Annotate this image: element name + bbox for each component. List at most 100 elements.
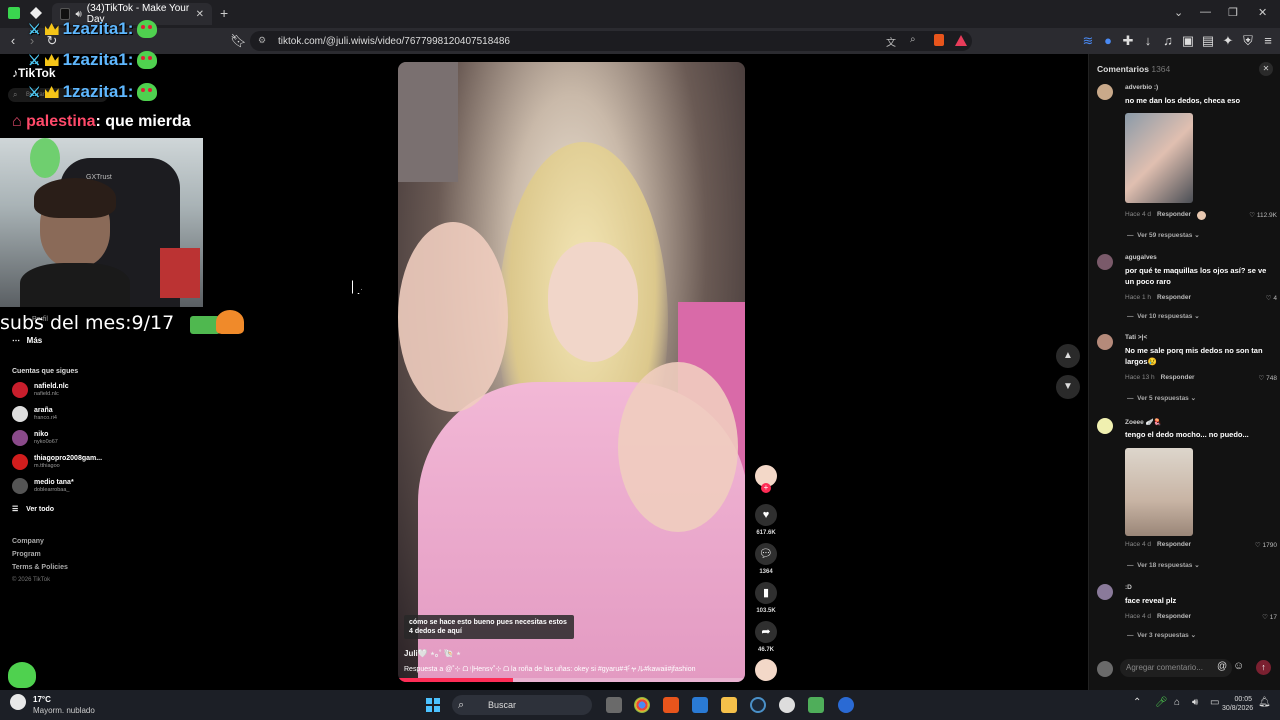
obs-icon[interactable] — [779, 697, 795, 713]
view-replies-button[interactable]: — Ver 3 respuestas ⌄ — [1127, 631, 1196, 639]
next-video-button[interactable]: ▼ — [1056, 375, 1080, 399]
back-icon[interactable]: ‹ — [5, 33, 21, 49]
battery-icon[interactable]: ▭ — [1210, 697, 1219, 708]
task-view-icon[interactable] — [606, 697, 622, 713]
site-info-icon[interactable]: ⚙︎ — [258, 35, 266, 46]
comment-input[interactable]: Agregar comentario... — [1120, 659, 1232, 677]
taskbar-search[interactable]: ⌕ Buscar — [452, 695, 592, 715]
avatar[interactable] — [1097, 254, 1113, 270]
notifications-icon[interactable]: 🔔︎ — [1258, 697, 1271, 708]
comment-like-button[interactable]: ♡ 4 — [1266, 294, 1277, 302]
sound-avatar-button[interactable] — [754, 659, 778, 681]
comment-button[interactable]: 💬︎ 1364 — [754, 543, 778, 575]
weather-temp[interactable]: 17°C — [33, 695, 51, 704]
windows-start-icon[interactable] — [426, 698, 440, 712]
video-author[interactable]: Juli🤍 ⋆｡˚ 🐚 ⋆ — [404, 648, 461, 659]
avatar[interactable] — [1097, 84, 1113, 100]
reply-button[interactable]: Responder — [1161, 374, 1195, 382]
steam-icon[interactable] — [750, 697, 766, 713]
like-button[interactable]: ♥ 617.6K — [754, 504, 778, 536]
comment-like-button[interactable]: ♡ 112.9K — [1249, 211, 1277, 220]
speaker-icon[interactable]: 🔊︎ — [75, 9, 81, 20]
bookmark-icon[interactable]: 🔖︎ — [230, 33, 247, 49]
volume-icon[interactable]: 🔊︎ — [1192, 697, 1198, 708]
sidebar-toggle-icon[interactable]: ▣ — [1180, 33, 1196, 49]
weather-icon[interactable] — [10, 694, 26, 710]
previous-video-button[interactable]: ▲ — [1056, 344, 1080, 368]
tray-chevron-icon[interactable]: ⌃ — [1133, 697, 1141, 708]
mention-icon[interactable]: @ — [1217, 661, 1227, 672]
extension-vpn-icon[interactable]: ● — [1100, 33, 1116, 49]
avatar[interactable] — [1097, 584, 1113, 600]
reply-button[interactable]: Responder — [1157, 613, 1191, 621]
footer-program[interactable]: Program — [12, 551, 41, 558]
view-replies-button[interactable]: — Ver 5 respuestas ⌄ — [1127, 394, 1196, 402]
ccleaner-icon[interactable] — [838, 697, 854, 713]
file-explorer-icon[interactable] — [721, 697, 737, 713]
footer-company[interactable]: Company — [12, 538, 44, 545]
comment-like-button[interactable]: ♡ 17 — [1262, 613, 1277, 621]
kick-favicon-icon[interactable] — [8, 7, 20, 19]
reply-button[interactable]: Responder — [1157, 541, 1191, 549]
brave-rewards-icon[interactable] — [955, 35, 967, 46]
weather-desc[interactable]: Mayorm. nublado — [33, 706, 95, 715]
footer-terms[interactable]: Terms & Policies — [12, 564, 68, 571]
view-replies-button[interactable]: — Ver 10 respuestas ⌄ — [1127, 312, 1200, 320]
author-avatar-button[interactable]: + — [754, 465, 778, 493]
avatar[interactable] — [1097, 418, 1113, 434]
comment-image[interactable] — [1125, 113, 1193, 203]
microphone-icon[interactable]: 🎤︎ — [1155, 697, 1168, 708]
comment-username[interactable]: :D — [1125, 584, 1132, 591]
brave-shield-icon[interactable] — [934, 34, 944, 46]
tab-list-icon[interactable]: ⌄ — [1174, 6, 1183, 19]
following-item[interactable]: medio tana* doblearrobaa_ — [12, 478, 74, 494]
url-field[interactable]: ⚙︎ tiktok.com/@juli.wiwis/video/76779981… — [250, 31, 972, 51]
game-app-icon[interactable] — [808, 697, 824, 713]
see-all-following[interactable]: ☰ Ver todo — [12, 505, 54, 513]
music-icon[interactable]: ♫ — [1160, 33, 1176, 49]
store-icon[interactable] — [692, 697, 708, 713]
video-progress-bar[interactable] — [398, 678, 745, 682]
chrome-icon[interactable] — [634, 697, 650, 713]
following-item[interactable]: araña franco.ri4 — [12, 406, 57, 422]
close-window-icon[interactable]: ✕ — [1258, 6, 1267, 19]
comment-like-button[interactable]: ♡ 748 — [1259, 374, 1278, 382]
translate-icon[interactable]: 文 — [886, 34, 896, 49]
vpn-shield-icon[interactable]: ⛨ — [1240, 33, 1256, 49]
network-icon[interactable]: ⌂ — [1174, 697, 1180, 708]
comment-username[interactable]: Tati >|< — [1125, 334, 1147, 341]
avatar[interactable] — [1097, 334, 1113, 350]
wallet-icon[interactable]: ▤ — [1200, 33, 1216, 49]
diamond-favicon-icon[interactable] — [30, 7, 42, 19]
sidebar-item-more[interactable]: ⋯ Más — [12, 336, 42, 345]
emoji-icon[interactable]: ☺ — [1233, 660, 1244, 672]
minimize-icon[interactable]: — — [1200, 6, 1211, 18]
comment-username[interactable]: agugalves — [1125, 254, 1157, 261]
close-comments-icon[interactable]: ✕ — [1259, 62, 1273, 76]
download-icon[interactable]: ↓ — [1140, 33, 1156, 49]
zoom-icon[interactable]: ⌕ — [910, 34, 916, 45]
brave-icon[interactable] — [663, 697, 679, 713]
view-replies-button[interactable]: — Ver 18 respuestas ⌄ — [1127, 561, 1200, 569]
reply-button[interactable]: Responder — [1157, 294, 1191, 302]
comment-like-button[interactable]: ♡ 1790 — [1255, 541, 1277, 549]
following-item[interactable]: thiagopro2008gam... m.tthiagoo — [12, 454, 102, 470]
reply-button[interactable]: Responder — [1157, 211, 1191, 220]
view-replies-button[interactable]: — Ver 59 respuestas ⌄ — [1127, 231, 1200, 239]
send-comment-button[interactable]: ↑ — [1256, 660, 1271, 675]
extension-wave-icon[interactable]: ≋ — [1080, 33, 1096, 49]
following-item[interactable]: nafield.nlc nafield.nlc — [12, 382, 69, 398]
tab-close-icon[interactable]: ✕ — [196, 9, 204, 20]
clock[interactable]: 00:05 30/8/2026 — [1222, 695, 1253, 713]
video-player[interactable]: cómo se hace esto bueno pues necesitas e… — [398, 62, 745, 682]
comment-image[interactable] — [1125, 448, 1193, 536]
extensions-icon[interactable]: ✚ — [1120, 33, 1136, 49]
menu-icon[interactable]: ≡ — [1260, 33, 1276, 49]
leo-ai-icon[interactable]: ✦ — [1220, 33, 1236, 49]
share-button[interactable]: ➦ 46.7K — [754, 621, 778, 653]
new-tab-button[interactable]: + — [220, 5, 228, 21]
comment-username[interactable]: Zoeee 🪽🪼 — [1125, 418, 1162, 426]
follow-plus-icon[interactable]: + — [761, 483, 771, 493]
save-button[interactable]: ▮ 103.5K — [754, 582, 778, 614]
comment-username[interactable]: adverbio :) — [1125, 84, 1158, 91]
